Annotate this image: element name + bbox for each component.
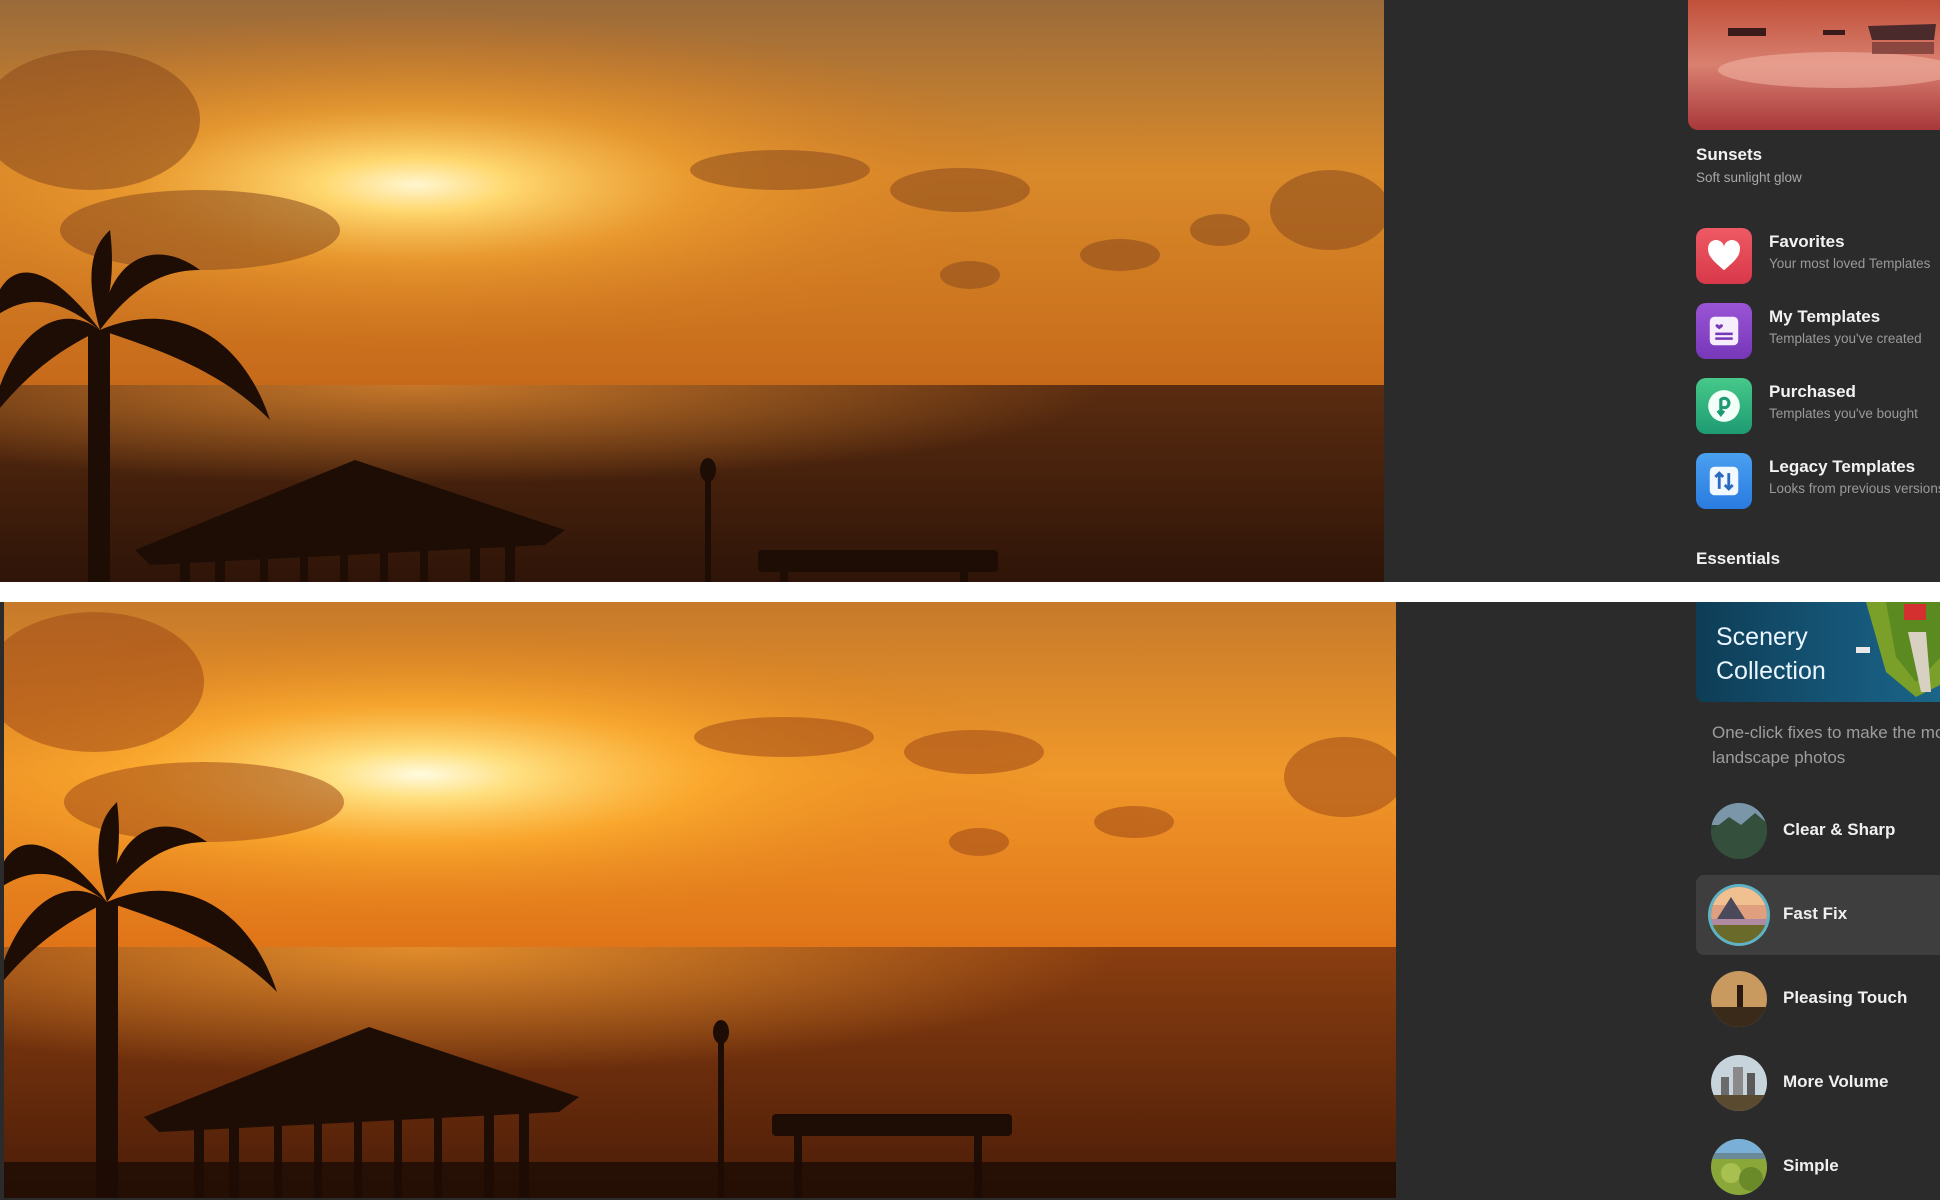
purchase-icon: [1696, 378, 1752, 434]
preset-fast-fix[interactable]: Fast Fix: [1696, 875, 1940, 955]
preset-thumbnail: [1711, 971, 1767, 1027]
preset-simple[interactable]: Simple: [1696, 1127, 1940, 1200]
sunsets-card-thumbnail[interactable]: [1688, 0, 1940, 130]
island-aerial-image: [1856, 602, 1940, 697]
scenery-collection-banner[interactable]: Scenery Collection: [1696, 602, 1940, 702]
preset-more-volume[interactable]: More Volume: [1696, 1043, 1940, 1123]
library-item-purchased[interactable]: Purchased Templates you've bought: [1696, 378, 1940, 438]
preset-label: Simple: [1783, 1156, 1839, 1175]
collection-description-line2: landscape photos: [1712, 748, 1846, 767]
collection-description-line1: One-click fixes to make the mo: [1712, 723, 1940, 742]
preset-label: Pleasing Touch: [1783, 988, 1908, 1007]
sunsets-card-subtitle: Soft sunlight glow: [1696, 170, 1802, 185]
library-item-subtitle: Templates you've bought: [1769, 406, 1918, 421]
preset-pleasing-touch[interactable]: Pleasing Touch: [1696, 959, 1940, 1039]
preset-clear-and-sharp[interactable]: Clear & Sharp: [1696, 791, 1940, 871]
preset-label: Clear & Sharp: [1783, 820, 1896, 839]
library-item-subtitle: Templates you've created: [1769, 331, 1922, 346]
presets-sidebar: Scenery Collection One-click fixes to ma…: [1660, 602, 1940, 1200]
library-item-my-templates[interactable]: My Templates Templates you've created: [1696, 303, 1940, 363]
library-item-title: Favorites: [1769, 232, 1845, 251]
library-item-subtitle: Looks from previous versions: [1769, 481, 1940, 496]
essentials-section-title: Essentials: [1696, 549, 1781, 568]
preset-label: Fast Fix: [1783, 904, 1848, 923]
library-item-favorites[interactable]: Favorites Your most loved Templates: [1696, 228, 1940, 288]
sunsets-thumbnail-image: [1688, 0, 1940, 130]
library-item-subtitle: Your most loved Templates: [1769, 256, 1931, 271]
banner-title-line2: Collection: [1716, 657, 1826, 685]
preset-label: More Volume: [1783, 1072, 1889, 1091]
library-item-legacy-templates[interactable]: Legacy Templates Looks from previous ver…: [1696, 453, 1940, 513]
templates-sidebar: Sunsets Soft sunlight glow Favorites You…: [1660, 0, 1940, 582]
bottom-editor-panel: Scenery Collection One-click fixes to ma…: [0, 602, 1940, 1200]
heart-icon: [1696, 228, 1752, 284]
sunsets-card-title[interactable]: Sunsets: [1696, 145, 1762, 165]
sunset-photo-edited: [4, 602, 1396, 1198]
preset-thumbnail: [1711, 1139, 1767, 1195]
swap-arrows-icon: [1696, 453, 1752, 509]
sunset-photo: [0, 0, 1384, 582]
preset-thumbnail: [1711, 1055, 1767, 1111]
preset-thumbnail: [1711, 803, 1767, 859]
banner-title-line1: Scenery: [1716, 623, 1808, 651]
top-editor-panel: Sunsets Soft sunlight glow Favorites You…: [0, 0, 1940, 582]
library-item-title: Purchased: [1769, 382, 1856, 401]
preset-thumbnail: [1711, 887, 1767, 943]
library-item-title: Legacy Templates: [1769, 457, 1916, 476]
template-card-icon: [1696, 303, 1752, 359]
collection-description: One-click fixes to make the mo landscape…: [1712, 720, 1940, 770]
photo-canvas-before[interactable]: [0, 0, 1384, 582]
library-item-title: My Templates: [1769, 307, 1881, 326]
photo-canvas-after[interactable]: [4, 602, 1396, 1198]
